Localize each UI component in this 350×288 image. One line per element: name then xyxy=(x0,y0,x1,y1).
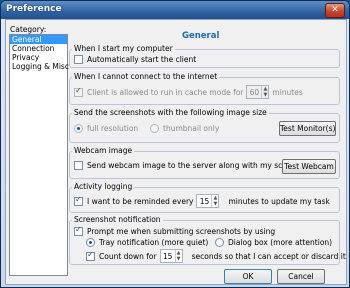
tray-label: Tray notification (more quiet) xyxy=(99,238,209,247)
cache-mode-checkbox[interactable] xyxy=(74,86,83,97)
webcam-send-row[interactable]: Send webcam image to the server along wi… xyxy=(74,161,315,170)
dialog-label: Dialog box (more attention) xyxy=(228,238,333,247)
countdown-row[interactable]: Count down for 15 ▲▼ seconds so that I c… xyxy=(86,249,346,263)
auto-start-row[interactable]: Automatically start the client xyxy=(74,55,196,64)
thumbnail-row[interactable]: thumbnail only xyxy=(150,124,219,133)
prompt-label: Prompt me when submitting screenshots by… xyxy=(87,227,276,236)
activity-group: Activity logging I want to be reminded e… xyxy=(69,182,340,213)
stepper-arrows-icon[interactable]: ▲ ▼ xyxy=(211,195,218,207)
screenshot-size-title: Send the screenshots with the following … xyxy=(72,108,269,117)
preference-window: Preference ✕ Category: General Connectio… xyxy=(0,0,350,288)
countdown-seconds-value: 15 xyxy=(162,251,173,261)
cache-mode-row[interactable]: Client is allowed to run in cache mode f… xyxy=(74,85,303,99)
countdown-seconds-stepper[interactable]: 15 ▲ ▼ xyxy=(159,249,183,263)
full-resolution-radio[interactable] xyxy=(74,124,83,133)
ok-button[interactable]: OK xyxy=(224,269,272,284)
notification-group: Screenshot notification Prompt me when s… xyxy=(69,215,346,265)
tray-option-row[interactable]: Tray notification (more quiet) xyxy=(86,238,208,247)
auto-start-checkbox[interactable] xyxy=(74,55,83,64)
close-button[interactable]: ✕ xyxy=(325,3,345,18)
dialog-radio[interactable] xyxy=(215,238,224,247)
test-webcam-button[interactable]: Test Webcam xyxy=(282,159,336,174)
category-label: Category: xyxy=(10,25,47,34)
category-item-logging[interactable]: Logging & Misc xyxy=(10,62,69,71)
category-item-privacy[interactable]: Privacy xyxy=(10,53,67,62)
client-area: Category: General Connection Privacy Log… xyxy=(5,19,347,285)
offline-group-title: When I cannot connect to the internet xyxy=(72,72,220,81)
screenshot-size-group: Send the screenshots with the following … xyxy=(69,108,340,143)
prompt-row[interactable]: Prompt me when submitting screenshots by… xyxy=(74,225,276,236)
remind-checkbox[interactable] xyxy=(74,195,83,206)
cache-minutes-stepper[interactable]: 60 ▲ ▼ xyxy=(246,85,270,99)
close-icon: ✕ xyxy=(331,5,339,15)
stepper-arrows-icon[interactable]: ▲ ▼ xyxy=(174,250,182,262)
countdown-label: Count down for xyxy=(99,251,157,261)
webcam-group: Webcam image Send webcam image to the se… xyxy=(69,146,340,179)
cache-mode-label: Client is allowed to run in cache mode f… xyxy=(87,87,244,97)
webcam-send-checkbox[interactable] xyxy=(74,161,83,170)
remind-label: I want to be reminded every xyxy=(87,196,194,206)
test-monitor-button[interactable]: Test Monitor(s) xyxy=(279,121,336,136)
remind-minutes-stepper[interactable]: 15 ▲ ▼ xyxy=(196,194,220,208)
category-item-general[interactable]: General xyxy=(10,35,67,44)
category-list[interactable]: General Connection Privacy Logging & Mis… xyxy=(9,34,69,276)
auto-start-label: Automatically start the client xyxy=(87,55,197,64)
notification-group-title: Screenshot notification xyxy=(72,215,163,224)
tray-radio[interactable] xyxy=(86,238,95,247)
start-group-title: When I start my computer xyxy=(72,44,175,53)
remind-suffix: minutes to update my task xyxy=(228,196,330,206)
full-resolution-label: full resolution xyxy=(87,124,139,133)
prompt-checkbox[interactable] xyxy=(74,225,83,236)
stepper-arrows-icon[interactable]: ▲ ▼ xyxy=(261,86,268,98)
remind-minutes-value: 15 xyxy=(199,196,210,206)
full-resolution-row[interactable]: full resolution xyxy=(74,124,138,133)
category-item-connection[interactable]: Connection xyxy=(10,44,67,53)
title-bar[interactable]: Preference ✕ xyxy=(1,1,349,19)
cache-minutes-unit: minutes xyxy=(272,87,303,97)
cache-minutes-value: 60 xyxy=(249,87,260,97)
window-title: Preference xyxy=(6,4,62,14)
webcam-group-title: Webcam image xyxy=(72,146,135,155)
cancel-button[interactable]: Cancel xyxy=(277,269,325,284)
offline-group: When I cannot connect to the internet Cl… xyxy=(69,72,340,105)
countdown-suffix: seconds so that I can accept or discard … xyxy=(191,251,346,261)
start-group: When I start my computer Automatically s… xyxy=(69,44,340,68)
countdown-checkbox[interactable] xyxy=(86,250,95,261)
dialog-option-row[interactable]: Dialog box (more attention) xyxy=(215,238,332,247)
remind-row[interactable]: I want to be reminded every 15 ▲▼ minute… xyxy=(74,194,330,208)
thumbnail-label: thumbnail only xyxy=(163,124,220,133)
thumbnail-radio[interactable] xyxy=(150,124,159,133)
section-header: General xyxy=(182,31,220,41)
activity-group-title: Activity logging xyxy=(72,182,135,191)
